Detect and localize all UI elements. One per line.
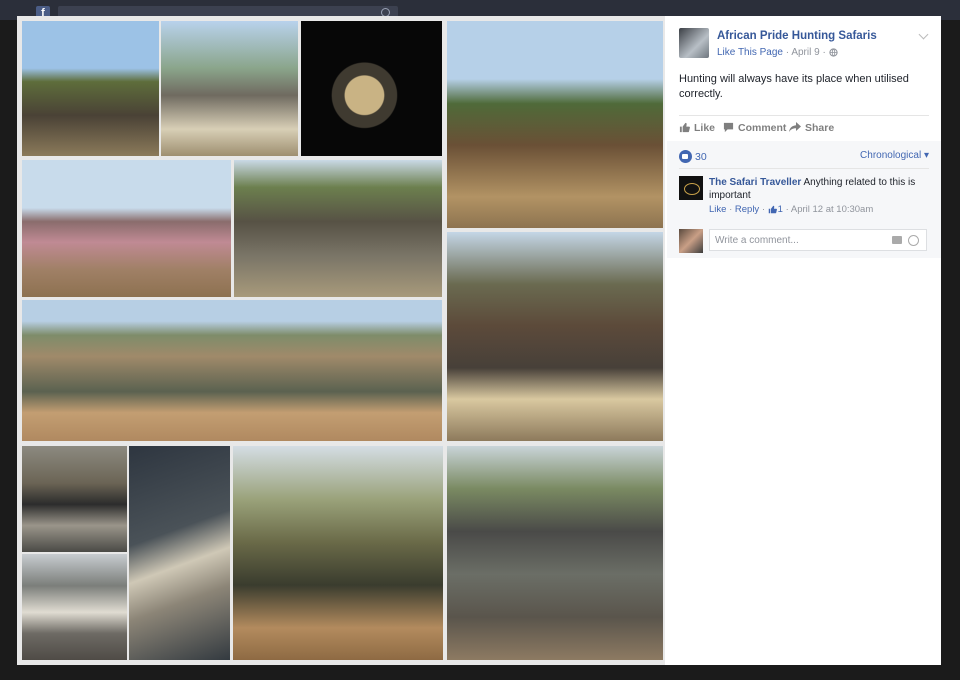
write-comment-input[interactable]: Write a comment... bbox=[709, 229, 927, 251]
comment-like-count[interactable]: 1 bbox=[778, 204, 783, 215]
photo-hunters-with-elephant-head bbox=[447, 232, 663, 441]
meta-separator-2: · bbox=[822, 47, 826, 58]
comment-body: The Safari Traveller Anything related to… bbox=[709, 176, 919, 202]
photo-group-with-elephant bbox=[234, 160, 442, 297]
reaction-count[interactable]: 30 bbox=[679, 150, 707, 163]
comment-meta-separator: · bbox=[729, 204, 733, 215]
comment-sort-dropdown[interactable]: Chronological ▾ bbox=[860, 150, 929, 161]
like-button-label: Like bbox=[694, 122, 716, 134]
photo-hunter-with-leopard bbox=[301, 21, 442, 156]
photo-rifle-closeup bbox=[22, 446, 127, 552]
comment-meta: Like · Reply · 1 · April 12 at 10:30am bbox=[709, 204, 873, 215]
photo-woman-with-hippo bbox=[22, 160, 231, 297]
comment-button[interactable]: Comment bbox=[723, 122, 786, 134]
photo-hunters-with-sable bbox=[447, 21, 663, 228]
post-side-panel: African Pride Hunting Safaris Like This … bbox=[667, 16, 941, 665]
globe-icon bbox=[828, 48, 838, 57]
comment-button-label: Comment bbox=[738, 122, 787, 134]
post-options-chevron-icon[interactable] bbox=[918, 29, 929, 40]
current-user-avatar bbox=[679, 229, 703, 253]
write-comment-placeholder: Write a comment... bbox=[715, 235, 799, 246]
photo-hunter-with-buffalo-2 bbox=[447, 446, 663, 660]
meta-separator: · bbox=[785, 47, 790, 58]
page-avatar[interactable] bbox=[679, 28, 709, 58]
comment-reply-link[interactable]: Reply bbox=[735, 204, 759, 215]
comments-divider bbox=[679, 168, 929, 169]
photo-elephant-tusks bbox=[161, 21, 298, 156]
comment-meta-separator-2: · bbox=[761, 204, 765, 215]
comments-section: 30 Chronological ▾ The Safari Traveller … bbox=[667, 141, 941, 258]
comment-like-link[interactable]: Like bbox=[709, 204, 726, 215]
like-reaction-icon bbox=[679, 150, 692, 163]
page-name-link[interactable]: African Pride Hunting Safaris bbox=[717, 30, 877, 42]
share-button[interactable]: Share bbox=[789, 122, 834, 134]
photo-theater-overlay: African Pride Hunting Safaris Like This … bbox=[17, 16, 941, 665]
comment-timestamp[interactable]: April 12 at 10:30am bbox=[791, 204, 873, 215]
like-page-link[interactable]: Like This Page bbox=[717, 47, 783, 58]
post-date[interactable]: April 9 bbox=[791, 47, 819, 58]
post-body-text: Hunting will always have its place when … bbox=[679, 73, 909, 100]
camera-icon[interactable] bbox=[892, 236, 902, 244]
post-actions: Like Comment Share bbox=[679, 122, 929, 136]
share-arrow-icon bbox=[789, 122, 801, 132]
comment-sort-label: Chronological bbox=[860, 150, 922, 161]
reaction-count-value: 30 bbox=[695, 151, 707, 163]
photo-horn-closeup bbox=[129, 446, 230, 660]
comment-like-count-icon bbox=[768, 205, 777, 214]
thumbs-up-icon bbox=[679, 122, 690, 133]
emoji-icon[interactable] bbox=[908, 235, 919, 246]
like-button[interactable]: Like bbox=[679, 122, 715, 134]
comment-bubble-icon bbox=[723, 122, 734, 133]
photo-collage[interactable] bbox=[17, 16, 665, 665]
photo-hunter-with-crocodile bbox=[22, 300, 442, 441]
photo-tusk-closeup bbox=[22, 554, 127, 660]
photo-hunter-with-elephant bbox=[22, 21, 159, 156]
comment-meta-separator-3: · bbox=[785, 204, 789, 215]
post-meta: Like This Page · April 9 · bbox=[717, 47, 842, 58]
commenter-avatar[interactable] bbox=[679, 176, 703, 200]
comment-author-link[interactable]: The Safari Traveller bbox=[709, 177, 801, 188]
actions-divider-top bbox=[679, 115, 929, 116]
photo-hunter-with-buffalo bbox=[233, 446, 443, 660]
share-button-label: Share bbox=[805, 122, 835, 134]
dropdown-caret-icon: ▾ bbox=[923, 150, 929, 161]
